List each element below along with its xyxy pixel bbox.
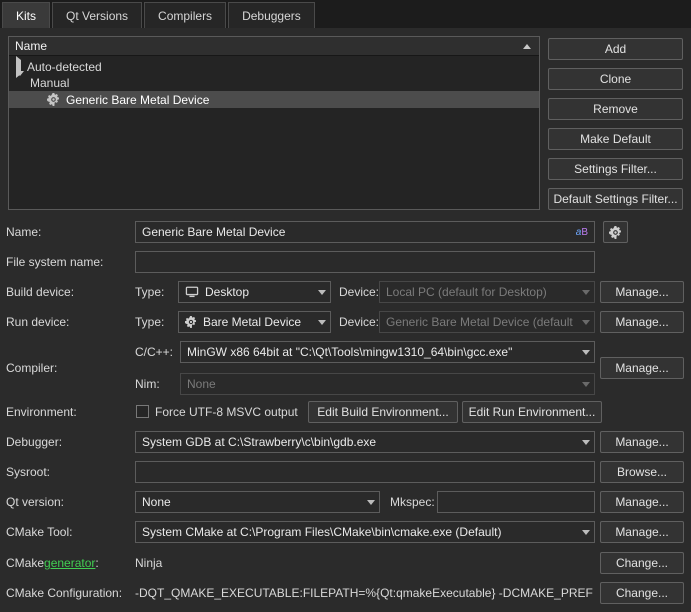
cmake-configuration-change-button[interactable]: Change...	[600, 582, 684, 604]
qt-version-combo[interactable]: None	[135, 491, 380, 513]
build-device-manage-button[interactable]: Manage...	[600, 281, 684, 303]
build-device-label: Build device:	[6, 281, 74, 303]
compiler-label: Compiler:	[6, 357, 57, 379]
bare-metal-device-icon	[47, 93, 60, 106]
chevron-down-icon	[582, 290, 590, 295]
file-system-name-input[interactable]	[135, 251, 595, 273]
debugger-value: System GDB at C:\Strawberry\c\bin\gdb.ex…	[142, 435, 576, 449]
tree-item-label: Generic Bare Metal Device	[66, 93, 209, 107]
sysroot-input[interactable]	[135, 461, 595, 483]
chevron-down-icon	[318, 290, 326, 295]
tree-header-label: Name	[15, 39, 47, 53]
cmake-tool-label: CMake Tool:	[6, 521, 72, 543]
name-input-value: Generic Bare Metal Device	[142, 225, 285, 239]
tab-compilers[interactable]: Compilers	[144, 2, 226, 28]
compiler-nim-value: None	[187, 377, 576, 391]
file-system-name-label: File system name:	[6, 251, 103, 273]
kits-settings-window: Kits Qt Versions Compilers Debuggers Nam…	[0, 0, 691, 612]
run-device-device-value: Generic Bare Metal Device (default for	[386, 315, 576, 329]
debugger-label: Debugger:	[6, 431, 62, 453]
qt-version-value: None	[142, 495, 361, 509]
bare-metal-device-icon	[185, 316, 197, 328]
tab-qt-versions[interactable]: Qt Versions	[52, 2, 142, 28]
default-settings-filter-button[interactable]: Default Settings Filter...	[548, 188, 683, 210]
run-device-type-label: Type:	[135, 311, 164, 333]
chevron-down-icon[interactable]	[16, 76, 24, 90]
sysroot-label: Sysroot:	[6, 461, 50, 483]
force-utf8-msvc-checkbox[interactable]	[136, 405, 149, 418]
add-button[interactable]: Add	[548, 38, 683, 60]
compiler-nim-combo: None	[180, 373, 595, 395]
name-label: Name:	[6, 221, 41, 243]
chevron-down-icon	[582, 382, 590, 387]
compiler-cpp-value: MinGW x86 64bit at "C:\Qt\Tools\mingw131…	[187, 345, 576, 359]
tab-kits[interactable]: Kits	[2, 2, 50, 28]
remove-button[interactable]: Remove	[548, 98, 683, 120]
run-device-type-value: Bare Metal Device	[203, 315, 312, 329]
build-device-type-label: Type:	[135, 281, 164, 303]
run-device-device-label: Device:	[339, 311, 379, 333]
qt-version-label: Qt version:	[6, 491, 64, 513]
run-device-label: Run device:	[6, 311, 69, 333]
settings-filter-button[interactable]: Settings Filter...	[548, 158, 683, 180]
sort-ascending-icon	[523, 44, 531, 49]
cmake-configuration-value: -DQT_QMAKE_EXECUTABLE:FILEPATH=%{Qt:qmak…	[135, 582, 593, 604]
build-device-type-combo[interactable]: Desktop	[178, 281, 331, 303]
run-device-type-combo[interactable]: Bare Metal Device	[178, 311, 331, 333]
qt-version-manage-button[interactable]: Manage...	[600, 491, 684, 513]
tree-item-label: Auto-detected	[27, 60, 102, 74]
environment-label: Environment:	[6, 401, 77, 423]
name-input[interactable]: Generic Bare Metal Device aB	[135, 221, 595, 243]
cmake-tool-combo[interactable]: System CMake at C:\Program Files\CMake\b…	[135, 521, 595, 543]
cmake-generator-value: Ninja	[135, 552, 590, 574]
tree-item-generic-bare-metal-device[interactable]: Generic Bare Metal Device	[9, 91, 539, 108]
chevron-down-icon	[582, 530, 590, 535]
compiler-cpp-combo[interactable]: MinGW x86 64bit at "C:\Qt\Tools\mingw131…	[180, 341, 595, 363]
cmake-generator-label: CMake generator :	[6, 552, 99, 574]
debugger-combo[interactable]: System GDB at C:\Strawberry\c\bin\gdb.ex…	[135, 431, 595, 453]
chevron-down-icon	[367, 500, 375, 505]
build-device-device-combo: Local PC (default for Desktop)	[379, 281, 595, 303]
cmake-tool-manage-button[interactable]: Manage...	[600, 521, 684, 543]
compiler-manage-button[interactable]: Manage...	[600, 357, 684, 379]
compiler-cpp-label: C/C++:	[135, 341, 173, 363]
desktop-icon	[185, 286, 199, 298]
kit-settings-gear-button[interactable]	[603, 221, 628, 243]
edit-build-environment-button[interactable]: Edit Build Environment...	[308, 401, 458, 423]
build-device-device-value: Local PC (default for Desktop)	[386, 285, 576, 299]
sysroot-browse-button[interactable]: Browse...	[600, 461, 684, 483]
cmake-generator-change-button[interactable]: Change...	[600, 552, 684, 574]
mkspec-input[interactable]	[437, 491, 595, 513]
cmake-tool-value: System CMake at C:\Program Files\CMake\b…	[142, 525, 576, 539]
force-utf8-msvc-checkbox-label[interactable]: Force UTF-8 MSVC output	[155, 401, 298, 423]
build-device-type-value: Desktop	[205, 285, 312, 299]
cmake-generator-link[interactable]: generator	[44, 556, 95, 570]
run-device-device-combo: Generic Bare Metal Device (default for	[379, 311, 595, 333]
clone-button[interactable]: Clone	[548, 68, 683, 90]
tree-header-name-column[interactable]: Name	[9, 37, 539, 56]
cmake-generator-label-suffix: :	[95, 556, 98, 570]
tree-item-auto-detected[interactable]: Auto-detected	[9, 59, 539, 75]
chevron-down-icon	[318, 320, 326, 325]
tab-debuggers[interactable]: Debuggers	[228, 2, 315, 28]
chevron-down-icon	[582, 320, 590, 325]
chevron-down-icon	[582, 350, 590, 355]
build-device-device-label: Device:	[339, 281, 379, 303]
run-device-manage-button[interactable]: Manage...	[600, 311, 684, 333]
tree-item-label: Manual	[30, 76, 69, 90]
tab-bar: Kits Qt Versions Compilers Debuggers	[0, 0, 691, 28]
kits-tree: Name Auto-detected Manual Generic Bare M…	[8, 36, 540, 210]
cmake-configuration-label: CMake Configuration:	[6, 582, 122, 604]
debugger-manage-button[interactable]: Manage...	[600, 431, 684, 453]
compiler-nim-label: Nim:	[135, 373, 160, 395]
edit-run-environment-button[interactable]: Edit Run Environment...	[462, 401, 602, 423]
variables-icon[interactable]: aB	[576, 227, 588, 238]
chevron-down-icon	[582, 440, 590, 445]
cmake-generator-label-prefix: CMake	[6, 556, 44, 570]
tree-item-manual[interactable]: Manual	[9, 75, 539, 91]
mkspec-label: Mkspec:	[390, 491, 435, 513]
make-default-button[interactable]: Make Default	[548, 128, 683, 150]
